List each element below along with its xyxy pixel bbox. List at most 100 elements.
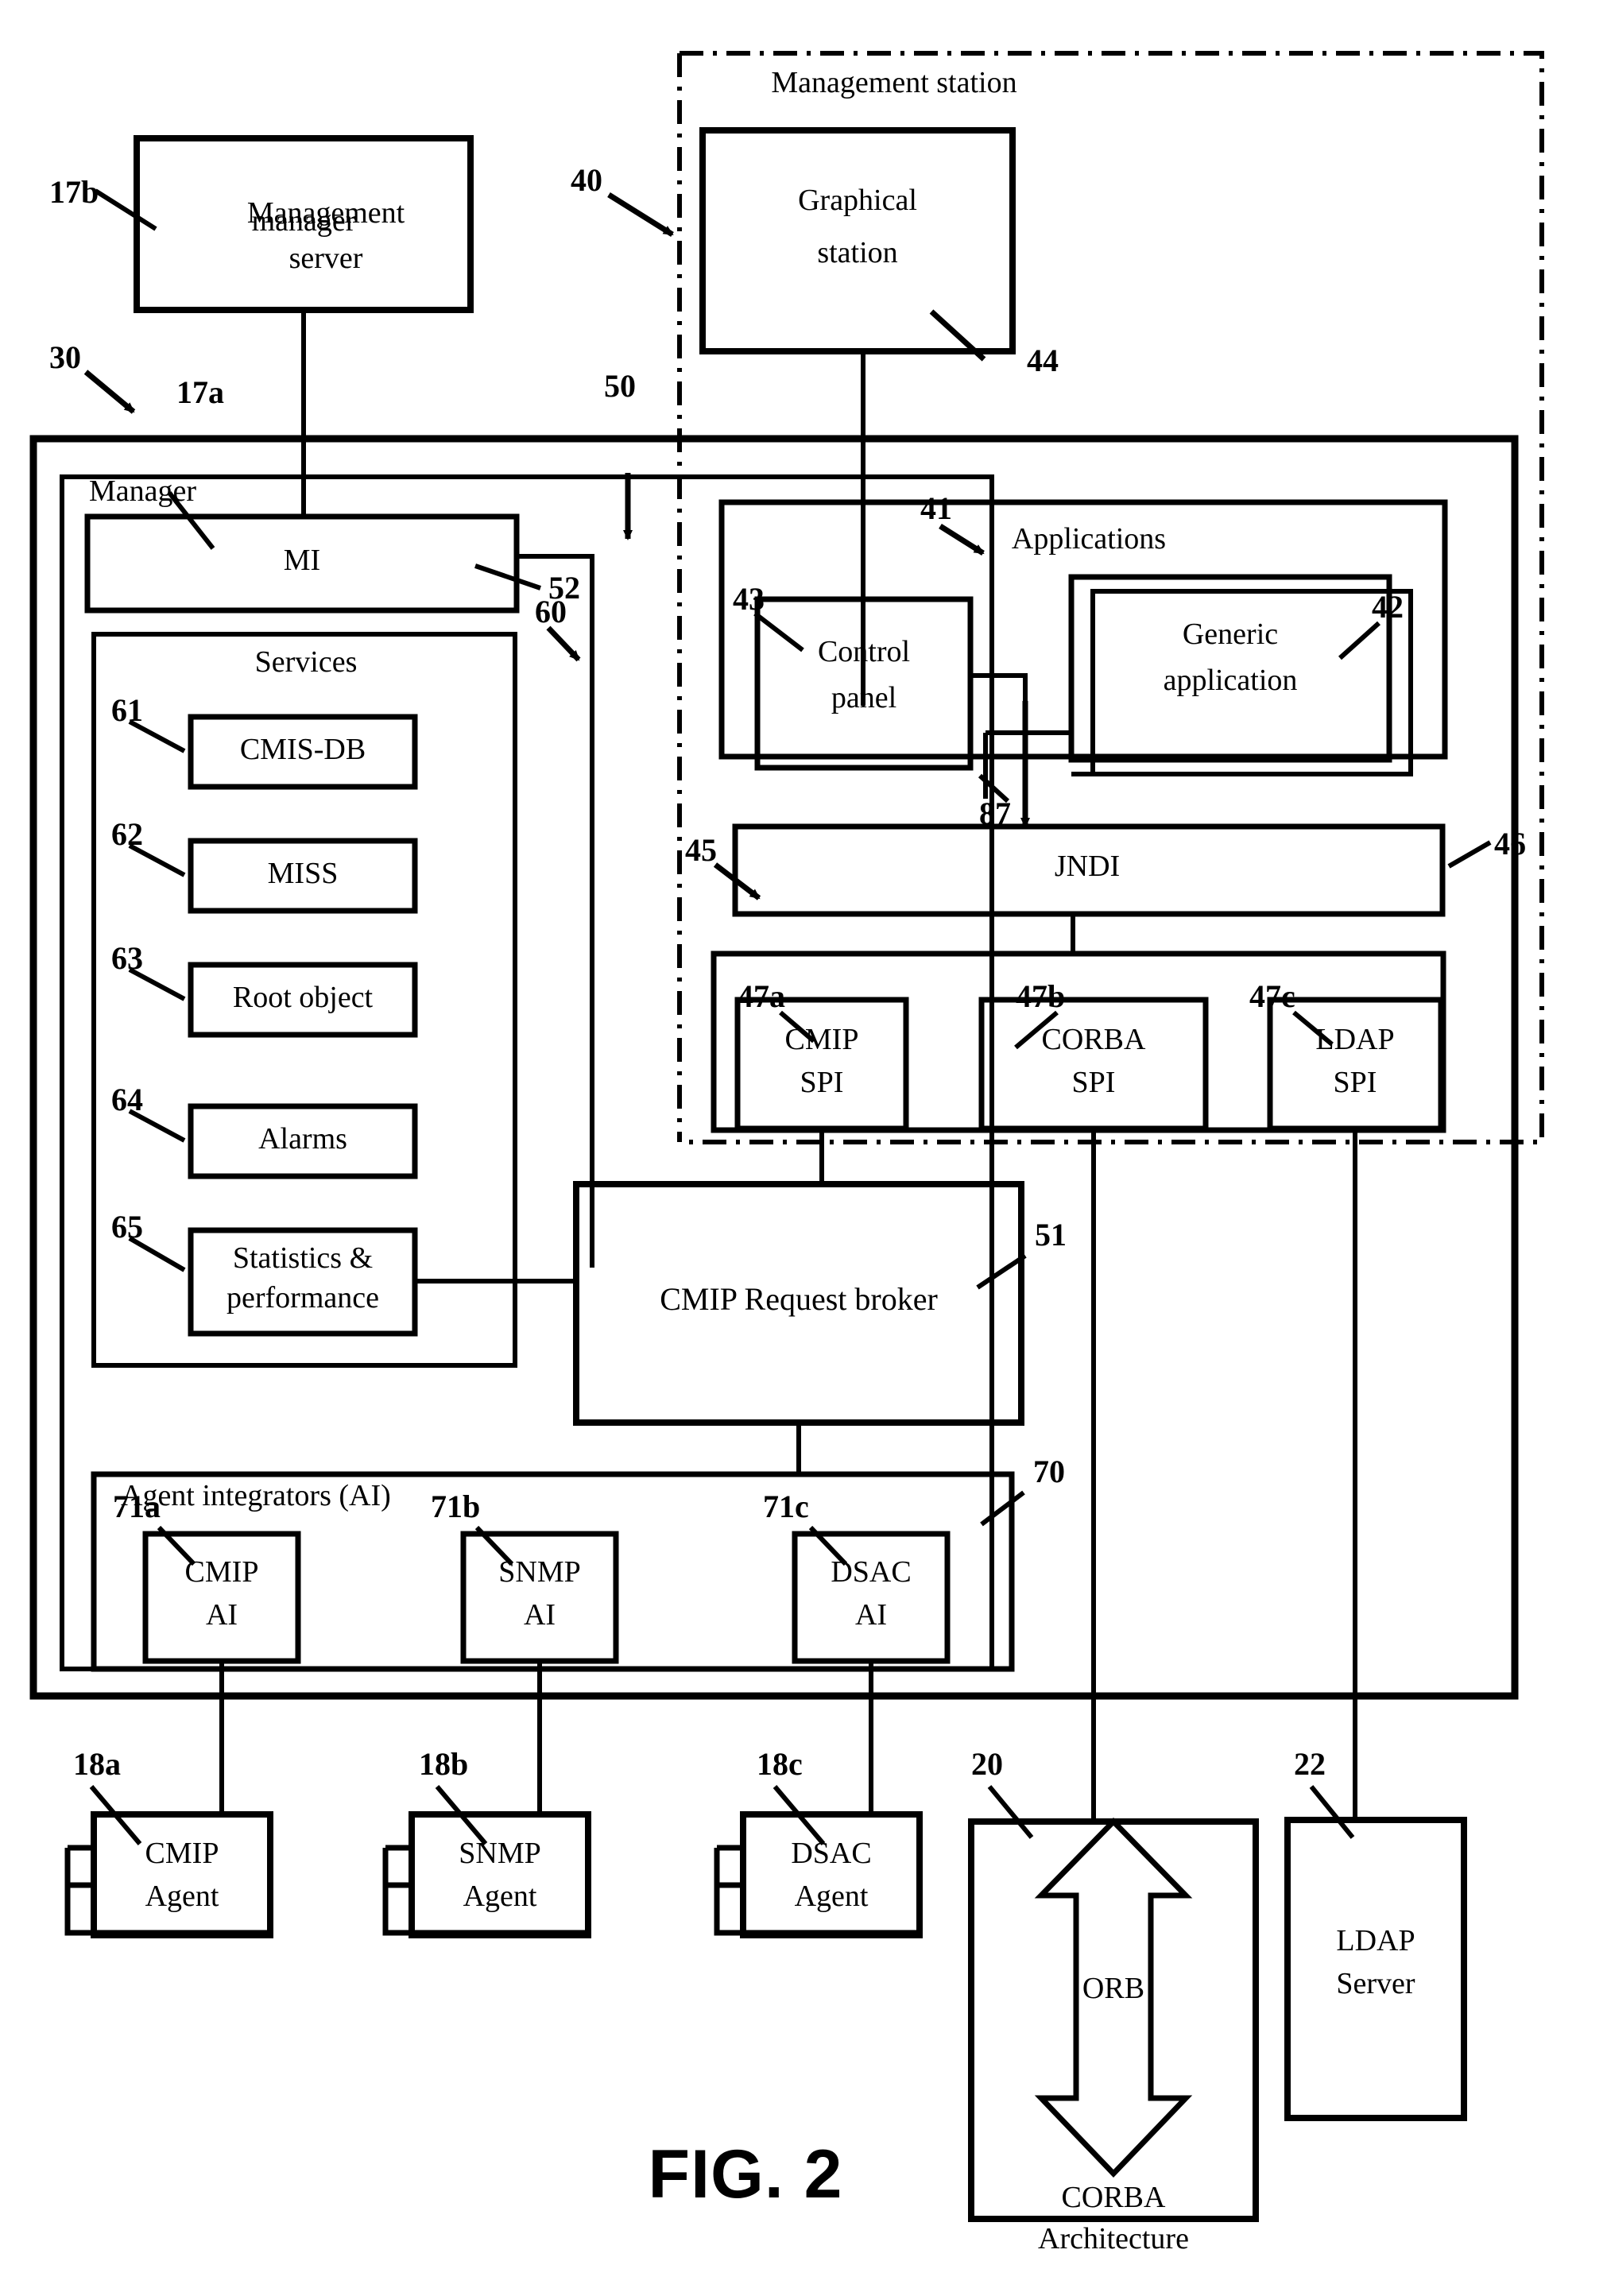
generic-application-label-line1: Generic <box>1182 618 1279 651</box>
ldap-server-label-line2: Server <box>1336 1967 1415 2000</box>
ldap-spi-box <box>1267 997 1444 1132</box>
mi-label: MI <box>283 544 321 577</box>
ref-50: 50 <box>604 368 636 404</box>
corba-spi-label-line1: CORBA <box>1041 1023 1146 1056</box>
dsac-agent-label-line2: Agent <box>794 1880 869 1913</box>
services-label: Services <box>254 645 358 679</box>
ref-18a: 18a <box>73 1746 121 1782</box>
dsac-agent-box <box>740 1811 923 1938</box>
ref-46: 46 <box>1494 826 1526 861</box>
alarms-label: Alarms <box>258 1122 347 1156</box>
cmip-agent-label-line1: CMIP <box>145 1837 219 1870</box>
control-panel-label-line2: panel <box>831 681 897 714</box>
graphical-station-label-line1: Graphical <box>798 184 917 217</box>
ref-41: 41 <box>920 490 952 526</box>
ref-60: 60 <box>535 594 567 629</box>
agent-integrators-label: Agent integrators (AI) <box>121 1479 391 1512</box>
cmip-agent-label-line2: Agent <box>145 1880 219 1913</box>
ldap-spi-label-line1: LDAP <box>1315 1023 1395 1056</box>
cmip-spi-label-line1: CMIP <box>784 1023 859 1056</box>
cmip-request-broker-label: CMIP Request broker <box>660 1281 938 1317</box>
dsac-agent-label-line1: DSAC <box>791 1837 872 1870</box>
corba-architecture-label-line2: Architecture <box>1038 2222 1189 2255</box>
corba-architecture-box <box>968 1818 1259 2222</box>
ref-63: 63 <box>111 940 143 976</box>
ref-17b: 17b <box>49 174 99 210</box>
leader-42 <box>1338 621 1381 660</box>
ref-87: 87 <box>979 796 1011 831</box>
orb-label: ORB <box>1082 1972 1145 2005</box>
cmip-ai-label-line2: AI <box>205 1598 238 1632</box>
ref-44: 44 <box>1027 343 1059 378</box>
dsac-ai-label-line1: DSAC <box>831 1555 912 1589</box>
ref-45: 45 <box>685 832 717 868</box>
leader-41 <box>939 524 985 556</box>
leader-22 <box>1309 1785 1355 1839</box>
ref-17a: 17a <box>176 374 224 410</box>
corba-spi-box <box>978 997 1209 1132</box>
root-object-label: Root object <box>232 981 374 1014</box>
statistics-label-line2: performance <box>227 1281 379 1314</box>
management-station-label: Management station <box>771 66 1017 99</box>
ref-71b: 71b <box>431 1489 481 1524</box>
snmp-agent-label-line2: Agent <box>463 1880 537 1913</box>
ref-65: 65 <box>111 1209 143 1245</box>
leader-20 <box>987 1785 1034 1839</box>
graphical-station-label-line2: station <box>817 236 898 269</box>
ref-42: 42 <box>1372 589 1404 625</box>
corba-spi-label-line2: SPI <box>1071 1066 1116 1099</box>
patent-figure-2: Management station Management server Man… <box>0 0 1607 2296</box>
line-mi-to-broker <box>517 554 594 1268</box>
leader-43 <box>753 611 804 652</box>
snmp-ai-label-line1: SNMP <box>498 1555 581 1589</box>
ldap-spi-label-line2: SPI <box>1333 1066 1377 1099</box>
leader-46 <box>1447 840 1492 869</box>
snmp-agent-box <box>409 1811 591 1938</box>
cmip-spi-box <box>734 997 909 1132</box>
leader-30 <box>83 370 136 414</box>
ref-61: 61 <box>111 692 143 728</box>
ref-18b: 18b <box>419 1746 469 1782</box>
cmip-spi-label-line2: SPI <box>800 1066 844 1099</box>
ref-64: 64 <box>111 1082 143 1117</box>
ref-70: 70 <box>1033 1454 1065 1489</box>
dsac-ai-box <box>792 1531 951 1664</box>
leader-52 <box>474 563 541 590</box>
jndi-label: JNDI <box>1054 850 1121 883</box>
ref-30: 30 <box>49 339 81 375</box>
miss-label: MISS <box>267 857 339 890</box>
manager-inner-label: Manager <box>89 474 197 508</box>
ref-47b: 47b <box>1016 978 1066 1014</box>
ref-71a: 71a <box>113 1489 161 1524</box>
snmp-ai-label-line2: AI <box>523 1598 556 1632</box>
ref-62: 62 <box>111 816 143 852</box>
ref-51: 51 <box>1035 1217 1067 1253</box>
snmp-ai-box <box>460 1531 619 1664</box>
statistics-label-line1: Statistics & <box>232 1241 374 1275</box>
applications-label: Applications <box>1011 522 1167 556</box>
cmip-ai-label-line1: CMIP <box>184 1555 259 1589</box>
leader-17b <box>94 188 157 231</box>
corba-architecture-label-line1: CORBA <box>1061 2181 1166 2214</box>
leader-70 <box>980 1490 1025 1527</box>
manager-top-label: manager <box>251 204 356 238</box>
ref-47c: 47c <box>1249 978 1295 1014</box>
cmip-ai-box <box>142 1531 301 1664</box>
cmip-agent-box <box>91 1811 273 1938</box>
leader-60 <box>546 625 581 662</box>
ref-22: 22 <box>1294 1746 1326 1782</box>
ref-20: 20 <box>971 1746 1003 1782</box>
figure-caption: FIG. 2 <box>648 2136 843 2213</box>
generic-application-label-line2: application <box>1163 664 1298 697</box>
ref-18c: 18c <box>757 1746 803 1782</box>
cmis-db-label: CMIS-DB <box>239 733 366 766</box>
ref-47a: 47a <box>738 978 785 1014</box>
snmp-agent-label-line1: SNMP <box>459 1837 541 1870</box>
control-panel-label-line1: Control <box>817 635 911 668</box>
line-87-a <box>970 673 1028 701</box>
dsac-ai-label-line2: AI <box>854 1598 888 1632</box>
ref-71c: 71c <box>763 1489 809 1524</box>
management-server-label-line2: server <box>288 242 363 275</box>
ldap-server-label-line1: LDAP <box>1336 1924 1415 1957</box>
ref-40: 40 <box>571 162 602 198</box>
